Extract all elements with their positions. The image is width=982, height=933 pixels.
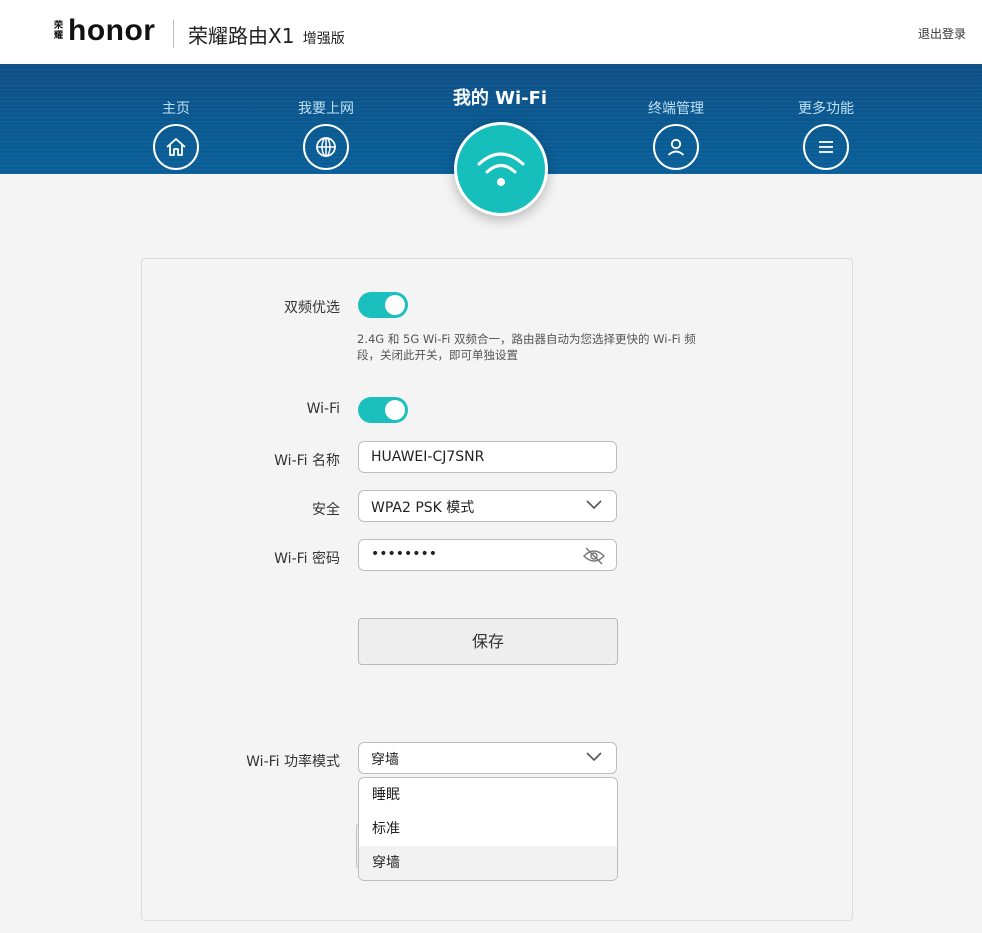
dropdown-option-standard[interactable]: 标准 — [359, 812, 617, 846]
nav-item-internet[interactable]: 我要上网 — [271, 64, 381, 170]
nav-item-home[interactable]: 主页 — [121, 64, 231, 170]
nav-item-more[interactable]: 更多功能 — [771, 64, 881, 170]
ssid-label: Wi-Fi 名称 — [274, 453, 340, 469]
menu-icon — [803, 124, 849, 170]
nav-label-more: 更多功能 — [798, 101, 854, 117]
dropdown-option-through-wall[interactable]: 穿墙 — [359, 846, 617, 880]
chevron-down-icon — [586, 752, 602, 762]
logo-chinese-mark: 荣耀 — [54, 21, 64, 41]
password-value: •••••••• — [371, 546, 438, 562]
eye-off-icon[interactable] — [582, 547, 606, 565]
nav-label-devices: 终端管理 — [648, 101, 704, 117]
nav-label-internet: 我要上网 — [298, 101, 354, 117]
wifi-icon — [477, 152, 525, 186]
wifi-label: Wi-Fi — [306, 401, 340, 417]
power-mode-select[interactable]: 穿墙 — [358, 742, 617, 774]
top-header: 荣耀 honor 荣耀路由X1 增强版 退出登录 — [0, 0, 982, 64]
password-field[interactable]: •••••••• — [358, 539, 617, 571]
user-icon — [653, 124, 699, 170]
dual-band-hint: 2.4G 和 5G Wi-Fi 双频合一，路由器自动为您选择更快的 Wi-Fi … — [357, 332, 696, 362]
honor-logo: honor — [68, 14, 156, 47]
toggle-knob — [385, 295, 405, 315]
dual-band-toggle[interactable] — [358, 292, 408, 318]
nav-item-my-wifi[interactable] — [454, 122, 548, 216]
product-edition: 增强版 — [302, 31, 345, 47]
dual-band-label: 双频优选 — [284, 300, 340, 316]
power-mode-label: Wi-Fi 功率模式 — [246, 754, 340, 770]
security-value: WPA2 PSK 模式 — [371, 500, 475, 516]
save-button[interactable]: 保存 — [358, 618, 618, 665]
security-select[interactable]: WPA2 PSK 模式 — [358, 490, 617, 522]
product-name: 荣耀路由X1 — [188, 24, 295, 48]
ssid-field[interactable] — [358, 441, 617, 473]
wifi-settings-card: 双频优选 2.4G 和 5G Wi-Fi 双频合一，路由器自动为您选择更快的 W… — [141, 258, 853, 921]
logout-link[interactable]: 退出登录 — [918, 25, 966, 42]
nav-label-home: 主页 — [162, 101, 190, 117]
home-icon — [153, 124, 199, 170]
globe-icon — [303, 124, 349, 170]
ssid-input[interactable] — [359, 442, 571, 472]
nav-label-my-wifi[interactable]: 我的 Wi-Fi — [430, 84, 570, 110]
toggle-knob — [385, 400, 405, 420]
power-mode-dropdown: 睡眠 标准 穿墙 — [358, 777, 618, 881]
nav-item-devices[interactable]: 终端管理 — [621, 64, 731, 170]
password-label: Wi-Fi 密码 — [274, 551, 340, 567]
dropdown-option-sleep[interactable]: 睡眠 — [359, 778, 617, 812]
chevron-down-icon — [586, 500, 602, 510]
product-title: 荣耀路由X1 增强版 — [188, 20, 345, 49]
logo-divider — [173, 20, 174, 48]
wifi-toggle[interactable] — [358, 397, 408, 423]
security-label: 安全 — [312, 502, 340, 518]
power-mode-value: 穿墙 — [371, 752, 399, 768]
